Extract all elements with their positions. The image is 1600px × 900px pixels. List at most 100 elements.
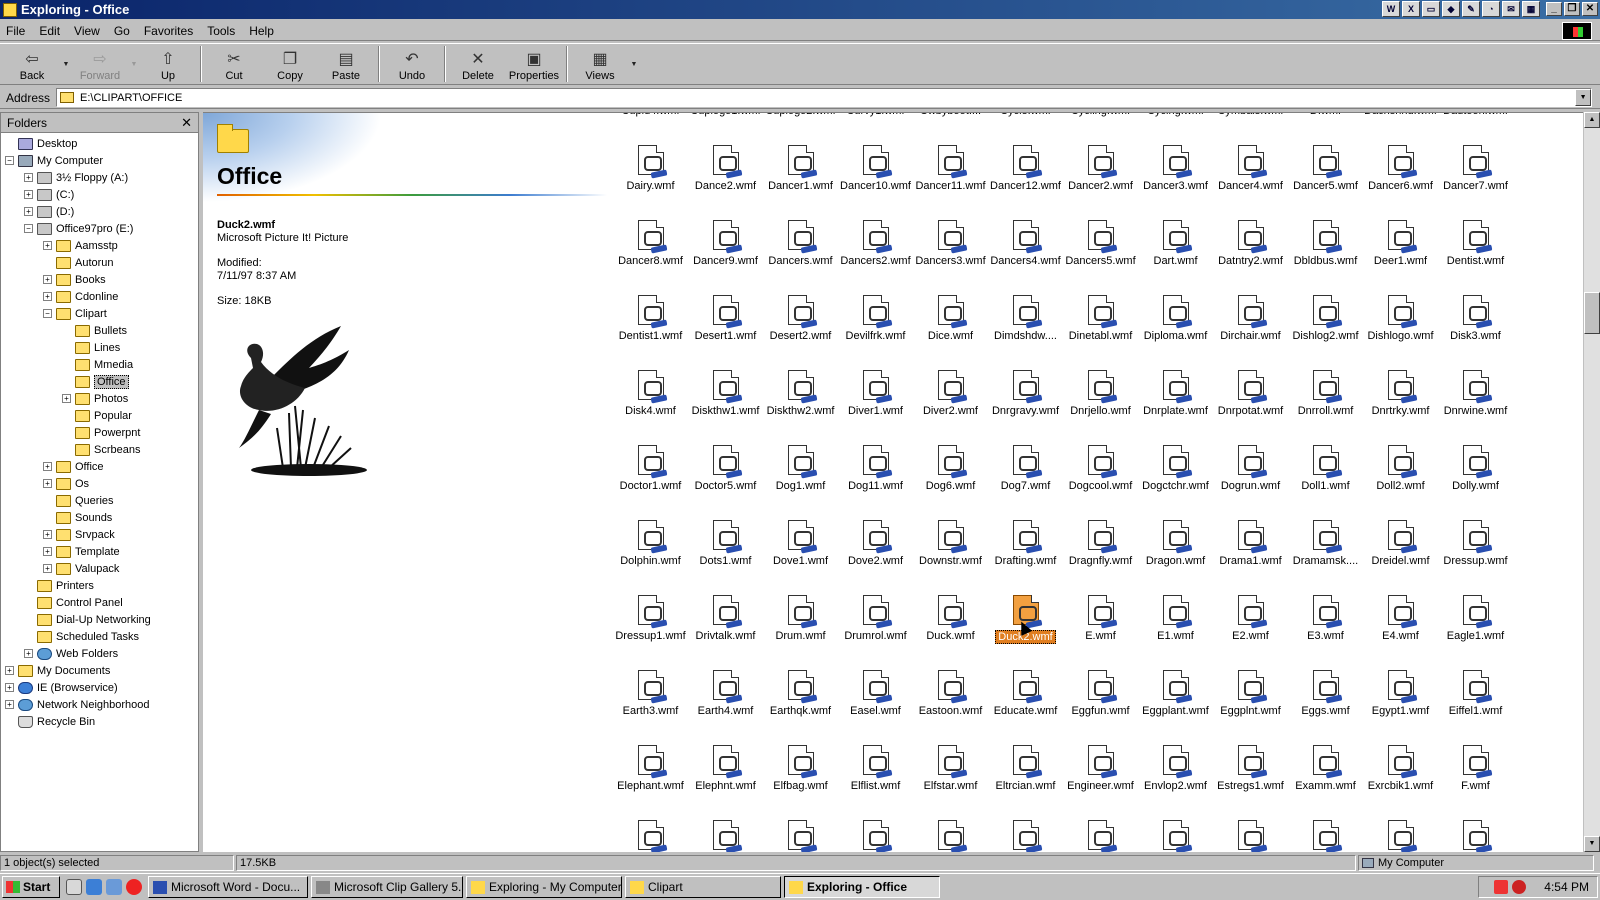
file-item[interactable]: Dancer3.wmf [1138, 141, 1213, 216]
file-item[interactable]: Dnrroll.wmf [1288, 366, 1363, 441]
file-item[interactable]: Drafting.wmf [988, 516, 1063, 591]
file-item[interactable]: Desert2.wmf [763, 291, 838, 366]
file-item[interactable]: Dance2.wmf [688, 141, 763, 216]
file-item[interactable]: Eggfun.wmf [1063, 666, 1138, 741]
file-item[interactable]: Dimdshdw.... [988, 291, 1063, 366]
file-item[interactable]: D.wmf [1288, 113, 1363, 141]
file-item[interactable]: Eltrcian.wmf [988, 741, 1063, 816]
file-item[interactable]: Dancer10.wmf [838, 141, 913, 216]
tree-node[interactable]: Dial-Up Networking [1, 611, 198, 628]
cut-button[interactable]: ✂ Cut [206, 44, 262, 84]
file-item[interactable]: Drumrol.wmf [838, 591, 913, 666]
file-item[interactable]: Dogctchr.wmf [1138, 441, 1213, 516]
tree-node[interactable]: Popular [1, 407, 198, 424]
file-item[interactable]: Exrcbik1.wmf [1363, 741, 1438, 816]
file-item[interactable]: Dog1.wmf [763, 441, 838, 516]
tree-node[interactable]: + Office [1, 458, 198, 475]
close-icon[interactable]: ✕ [1582, 2, 1598, 16]
file-item[interactable]: Cymbals.wmf [1213, 113, 1288, 141]
file-item[interactable] [1288, 816, 1363, 852]
file-item[interactable]: Dreidel.wmf [1363, 516, 1438, 591]
start-button[interactable]: Start [2, 876, 60, 898]
file-item[interactable]: Dots1.wmf [688, 516, 763, 591]
expand-icon[interactable]: + [62, 394, 71, 403]
tree-node[interactable]: +3½ Floppy (A:) [1, 169, 198, 186]
file-item[interactable]: Dolphin.wmf [613, 516, 688, 591]
file-item[interactable]: Dog11.wmf [838, 441, 913, 516]
taskbar-button[interactable]: Microsoft Clip Gallery 5... [311, 876, 463, 898]
taskbar-button[interactable]: Exploring - My Computer [466, 876, 622, 898]
explorer-app-icon[interactable] [3, 2, 17, 17]
file-item[interactable]: Diploma.wmf [1138, 291, 1213, 366]
tree-node[interactable]: + Network Neighborhood [1, 696, 198, 713]
file-item[interactable]: Dolly.wmf [1438, 441, 1513, 516]
file-item[interactable]: Dancer6.wmf [1363, 141, 1438, 216]
file-item[interactable]: Downstr.wmf [913, 516, 988, 591]
file-item[interactable]: Earth4.wmf [688, 666, 763, 741]
file-item[interactable]: Dancers.wmf [763, 216, 838, 291]
expand-icon[interactable]: + [43, 275, 52, 284]
file-item[interactable]: Dancer5.wmf [1288, 141, 1363, 216]
minimize-icon[interactable]: _ [1546, 2, 1562, 16]
properties-button[interactable]: ▣ Properties [506, 44, 562, 84]
tree-node[interactable]: + Valupack [1, 560, 198, 577]
file-item[interactable]: Dragnfly.wmf [1063, 516, 1138, 591]
file-item[interactable]: Dirchair.wmf [1213, 291, 1288, 366]
copy-button[interactable]: ❐ Copy [262, 44, 318, 84]
paste-button[interactable]: ▤ Paste [318, 44, 374, 84]
office-bar-icon[interactable]: X [1402, 1, 1420, 17]
expand-icon[interactable]: + [43, 292, 52, 301]
expand-icon[interactable]: + [24, 649, 33, 658]
tree-node[interactable]: Office [1, 373, 198, 390]
file-item[interactable]: Dnrpotat.wmf [1213, 366, 1288, 441]
title-bar[interactable]: Exploring - Office W X ▭ ◆ ✎ ◔ ✉ ▦ _ ❐ ✕ [0, 0, 1600, 19]
file-item[interactable]: Dove2.wmf [838, 516, 913, 591]
file-item[interactable]: Dnrjello.wmf [1063, 366, 1138, 441]
file-item[interactable]: Elfstar.wmf [913, 741, 988, 816]
file-item[interactable]: Diver2.wmf [913, 366, 988, 441]
expand-icon[interactable]: + [43, 462, 52, 471]
volume-icon[interactable] [1494, 880, 1509, 894]
file-item[interactable]: Dentist1.wmf [613, 291, 688, 366]
file-item[interactable]: Dragon.wmf [1138, 516, 1213, 591]
file-item[interactable]: Dressup1.wmf [613, 591, 688, 666]
file-item[interactable]: Dancer12.wmf [988, 141, 1063, 216]
file-item[interactable]: Cupid4.wmf [613, 113, 688, 141]
scroll-thumb[interactable] [1584, 292, 1600, 334]
scroll-up-icon[interactable]: ▲ [1584, 112, 1600, 128]
scroll-down-icon[interactable]: ▼ [1584, 836, 1600, 852]
tree-node[interactable]: + (D:) [1, 203, 198, 220]
tree-node[interactable]: Printers [1, 577, 198, 594]
file-item[interactable]: Cuplogo1.wmf [688, 113, 763, 141]
office-bar-icon[interactable]: ▦ [1522, 1, 1540, 17]
tree-node[interactable]: + Photos [1, 390, 198, 407]
file-item[interactable]: Disk4.wmf [613, 366, 688, 441]
file-item[interactable]: Dnrgravy.wmf [988, 366, 1063, 441]
file-item[interactable]: Dinetabl.wmf [1063, 291, 1138, 366]
office-bar-icon[interactable]: ▭ [1422, 1, 1440, 17]
file-item[interactable] [1438, 816, 1513, 852]
tree-node[interactable]: − My Computer [1, 152, 198, 169]
file-item[interactable]: Devilfrk.wmf [838, 291, 913, 366]
expand-icon[interactable]: + [5, 683, 14, 692]
file-item[interactable]: Disk3.wmf [1438, 291, 1513, 366]
tree-node[interactable]: Powerpnt [1, 424, 198, 441]
file-item[interactable]: Drum.wmf [763, 591, 838, 666]
expand-icon[interactable]: + [24, 190, 33, 199]
expand-icon[interactable]: + [5, 666, 14, 675]
restore-icon[interactable]: ❐ [1564, 2, 1580, 16]
file-item[interactable]: E.wmf [1063, 591, 1138, 666]
forward-dropdown[interactable]: ▼ [128, 44, 140, 84]
menu-favorites[interactable]: Favorites [144, 24, 193, 38]
file-item[interactable]: Dogcool.wmf [1063, 441, 1138, 516]
file-item[interactable]: Estregs1.wmf [1213, 741, 1288, 816]
tree-node[interactable]: + IE (Browservice) [1, 679, 198, 696]
internet-explorer-icon[interactable] [86, 879, 102, 895]
file-item[interactable]: F.wmf [1438, 741, 1513, 816]
file-item[interactable]: Dnrwine.wmf [1438, 366, 1513, 441]
views-button[interactable]: ▦ Views [572, 44, 628, 84]
collapse-icon[interactable]: − [24, 224, 33, 233]
file-item[interactable]: Eggplant.wmf [1138, 666, 1213, 741]
tree-node[interactable]: Bullets [1, 322, 198, 339]
stop-icon[interactable] [126, 879, 142, 895]
